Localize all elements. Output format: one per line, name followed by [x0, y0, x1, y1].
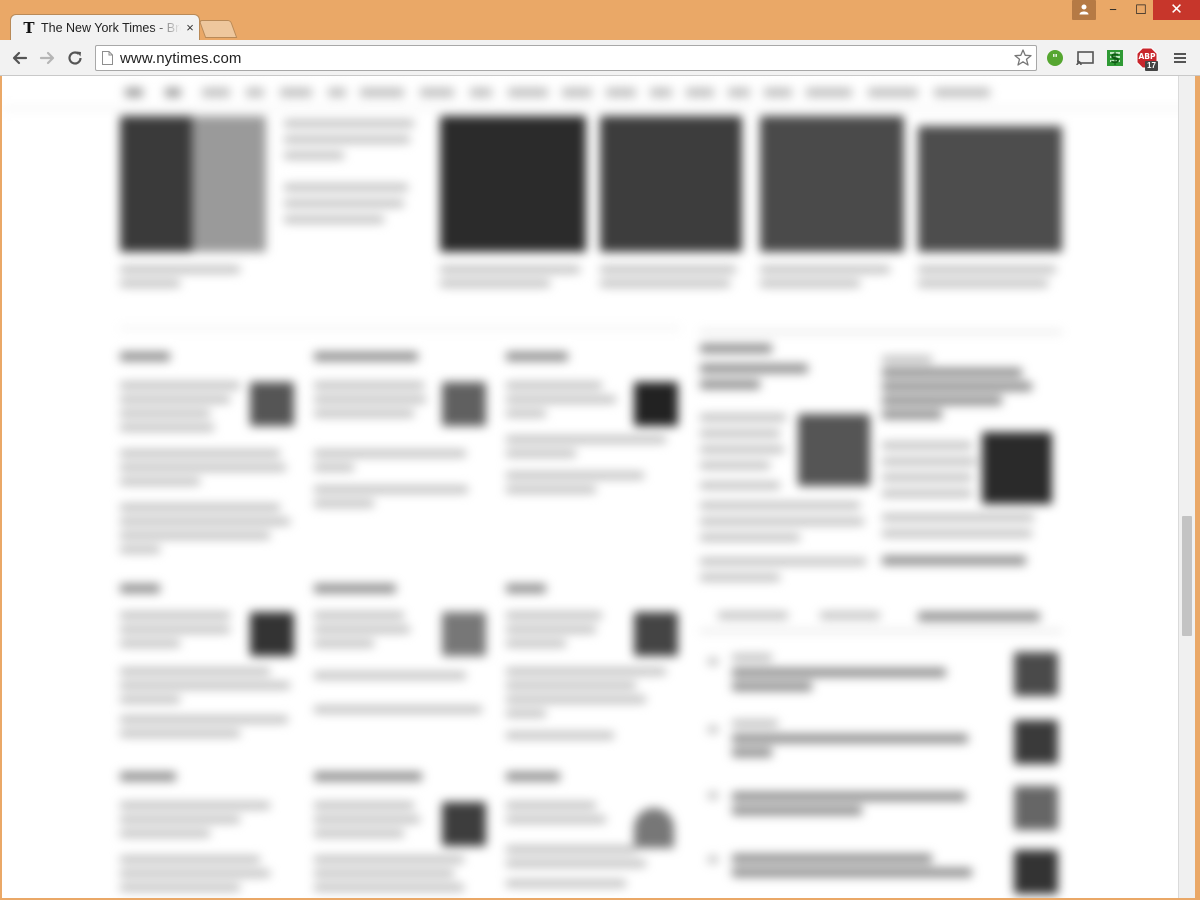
adblock-plus-button[interactable]: ABP 17: [1136, 47, 1162, 73]
dollar-extension-icon[interactable]: $: [1105, 48, 1125, 68]
back-icon[interactable]: [10, 48, 30, 68]
browser-toolbar: www.nytimes.com " $ ABP 17: [0, 40, 1200, 76]
svg-text:$: $: [1110, 51, 1120, 67]
site-navigation: [2, 76, 1194, 109]
web-page-content[interactable]: [2, 76, 1194, 898]
reload-icon[interactable]: [65, 48, 85, 68]
svg-text:": ": [1052, 52, 1058, 65]
close-window-button[interactable]: ✕: [1153, 0, 1200, 20]
adblock-label: ABP: [1138, 52, 1156, 61]
menu-icon[interactable]: [1170, 48, 1190, 68]
page-icon: [102, 51, 113, 65]
browser-tab[interactable]: T The New York Times - Breaking News, Wo…: [10, 14, 200, 42]
vertical-scrollbar[interactable]: [1178, 76, 1195, 898]
blurred-page: [2, 76, 1194, 898]
tab-title-fade: [151, 19, 181, 39]
cast-icon[interactable]: [1075, 48, 1095, 68]
forward-icon[interactable]: [37, 48, 57, 68]
url-text: www.nytimes.com: [120, 50, 242, 67]
maximize-button[interactable]: ☐: [1128, 0, 1154, 20]
adblock-count-badge: 17: [1145, 61, 1158, 71]
new-tab-button[interactable]: [198, 20, 238, 38]
star-icon[interactable]: [1013, 48, 1033, 68]
user-icon: [1079, 4, 1089, 15]
tab-close-icon[interactable]: ×: [183, 20, 197, 36]
user-profile-button[interactable]: [1072, 0, 1096, 20]
tab-strip: T The New York Times - Breaking News, Wo…: [0, 0, 1200, 42]
address-bar[interactable]: www.nytimes.com: [95, 45, 1037, 71]
minimize-button[interactable]: −: [1100, 0, 1126, 20]
scrollbar-thumb[interactable]: [1182, 516, 1192, 636]
nyt-favicon-icon: T: [23, 19, 35, 37]
evernote-icon[interactable]: ": [1045, 48, 1065, 68]
